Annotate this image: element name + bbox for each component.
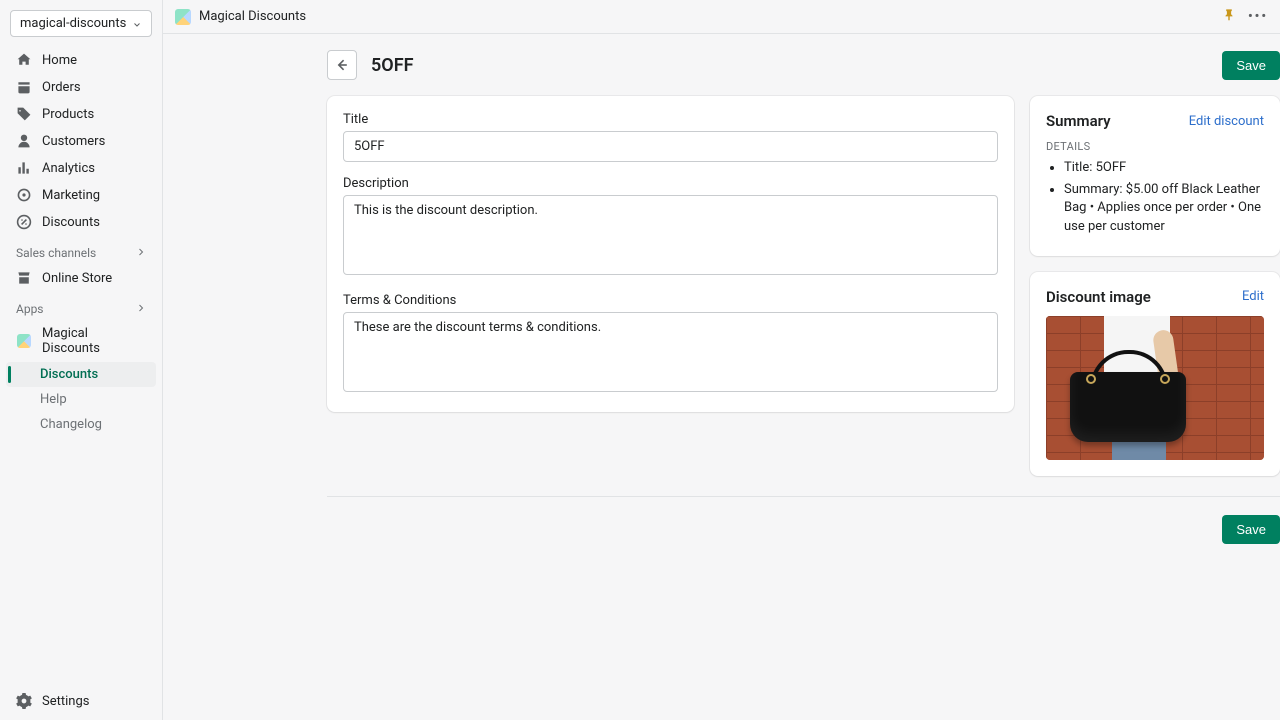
subnav-changelog[interactable]: Changelog: [6, 412, 156, 437]
nav-label: Discounts: [42, 215, 100, 230]
nav-app-magical[interactable]: Magical Discounts: [6, 321, 156, 361]
summary-heading: Summary: [1046, 112, 1111, 130]
image-heading: Discount image: [1046, 288, 1151, 306]
chevron-right-icon: [136, 246, 146, 260]
page-header: 5OFF Save: [327, 50, 1280, 80]
terms-label: Terms & Conditions: [343, 293, 998, 308]
sidebar: magical-discounts Home Orders Products C…: [0, 0, 163, 720]
save-button-top[interactable]: Save: [1222, 51, 1280, 80]
page-title: 5OFF: [371, 55, 414, 76]
terms-input[interactable]: These are the discount terms & condition…: [343, 312, 998, 392]
save-button-bottom[interactable]: Save: [1222, 515, 1280, 544]
subnav-discounts[interactable]: Discounts: [6, 362, 156, 387]
home-icon: [16, 52, 32, 68]
discount-image-card: Discount image Edit: [1030, 272, 1280, 476]
more-icon[interactable]: •••: [1248, 9, 1268, 24]
orders-icon: [16, 79, 32, 95]
nav-label: Home: [42, 53, 77, 68]
nav-label: Marketing: [42, 188, 100, 203]
nav-label: Magical Discounts: [42, 326, 146, 356]
app-logo-icon: [175, 9, 191, 25]
edit-discount-link[interactable]: Edit discount: [1189, 114, 1264, 129]
details-label: DETAILS: [1046, 140, 1264, 153]
back-button[interactable]: [327, 50, 357, 80]
nav-marketing[interactable]: Marketing: [6, 182, 156, 208]
nav-label: Settings: [42, 694, 89, 709]
edit-image-link[interactable]: Edit: [1242, 289, 1264, 304]
analytics-icon: [16, 160, 32, 176]
nav-label: Orders: [42, 80, 81, 95]
store-selector[interactable]: magical-discounts: [10, 10, 152, 37]
description-input[interactable]: This is the discount description.: [343, 195, 998, 275]
nav-label: Online Store: [42, 271, 112, 286]
nav-home[interactable]: Home: [6, 47, 156, 73]
section-label: Sales channels: [16, 246, 96, 260]
store-icon: [16, 270, 32, 286]
detail-title: Title: 5OFF: [1064, 159, 1264, 177]
footer-actions: Save: [327, 496, 1280, 544]
section-apps[interactable]: Apps: [6, 292, 156, 320]
nav-products[interactable]: Products: [6, 101, 156, 127]
nav-analytics[interactable]: Analytics: [6, 155, 156, 181]
nav-label: Customers: [42, 134, 105, 149]
section-label: Apps: [16, 302, 44, 316]
gear-icon: [16, 693, 32, 709]
chevron-right-icon: [136, 302, 146, 316]
topbar-app-name: Magical Discounts: [199, 9, 306, 24]
app-icon: [16, 333, 32, 349]
title-label: Title: [343, 112, 998, 127]
nav-online-store[interactable]: Online Store: [6, 265, 156, 291]
details-list: Title: 5OFF Summary: $5.00 off Black Lea…: [1046, 159, 1264, 236]
nav-settings[interactable]: Settings: [6, 688, 156, 714]
arrow-left-icon: [334, 57, 350, 73]
nav-label: Analytics: [42, 161, 95, 176]
topbar: Magical Discounts •••: [163, 0, 1280, 34]
nav-label: Products: [42, 107, 94, 122]
description-label: Description: [343, 176, 998, 191]
nav-customers[interactable]: Customers: [6, 128, 156, 154]
title-input[interactable]: [343, 131, 998, 162]
subnav-help[interactable]: Help: [6, 387, 156, 412]
form-card: Title Description This is the discount d…: [327, 96, 1014, 412]
nav-discounts[interactable]: Discounts: [6, 209, 156, 235]
store-name: magical-discounts: [20, 16, 126, 31]
pin-icon[interactable]: [1222, 8, 1236, 26]
summary-card: Summary Edit discount DETAILS Title: 5OF…: [1030, 96, 1280, 256]
discount-icon: [16, 214, 32, 230]
discount-image: [1046, 316, 1264, 460]
app-subnav: Discounts Help Changelog: [6, 362, 156, 437]
target-icon: [16, 187, 32, 203]
chevron-down-icon: [132, 19, 142, 29]
nav-orders[interactable]: Orders: [6, 74, 156, 100]
person-icon: [16, 133, 32, 149]
primary-nav: Home Orders Products Customers Analytics…: [6, 47, 156, 437]
section-sales-channels[interactable]: Sales channels: [6, 236, 156, 264]
detail-summary: Summary: $5.00 off Black Leather Bag • A…: [1064, 181, 1264, 236]
tag-icon: [16, 106, 32, 122]
